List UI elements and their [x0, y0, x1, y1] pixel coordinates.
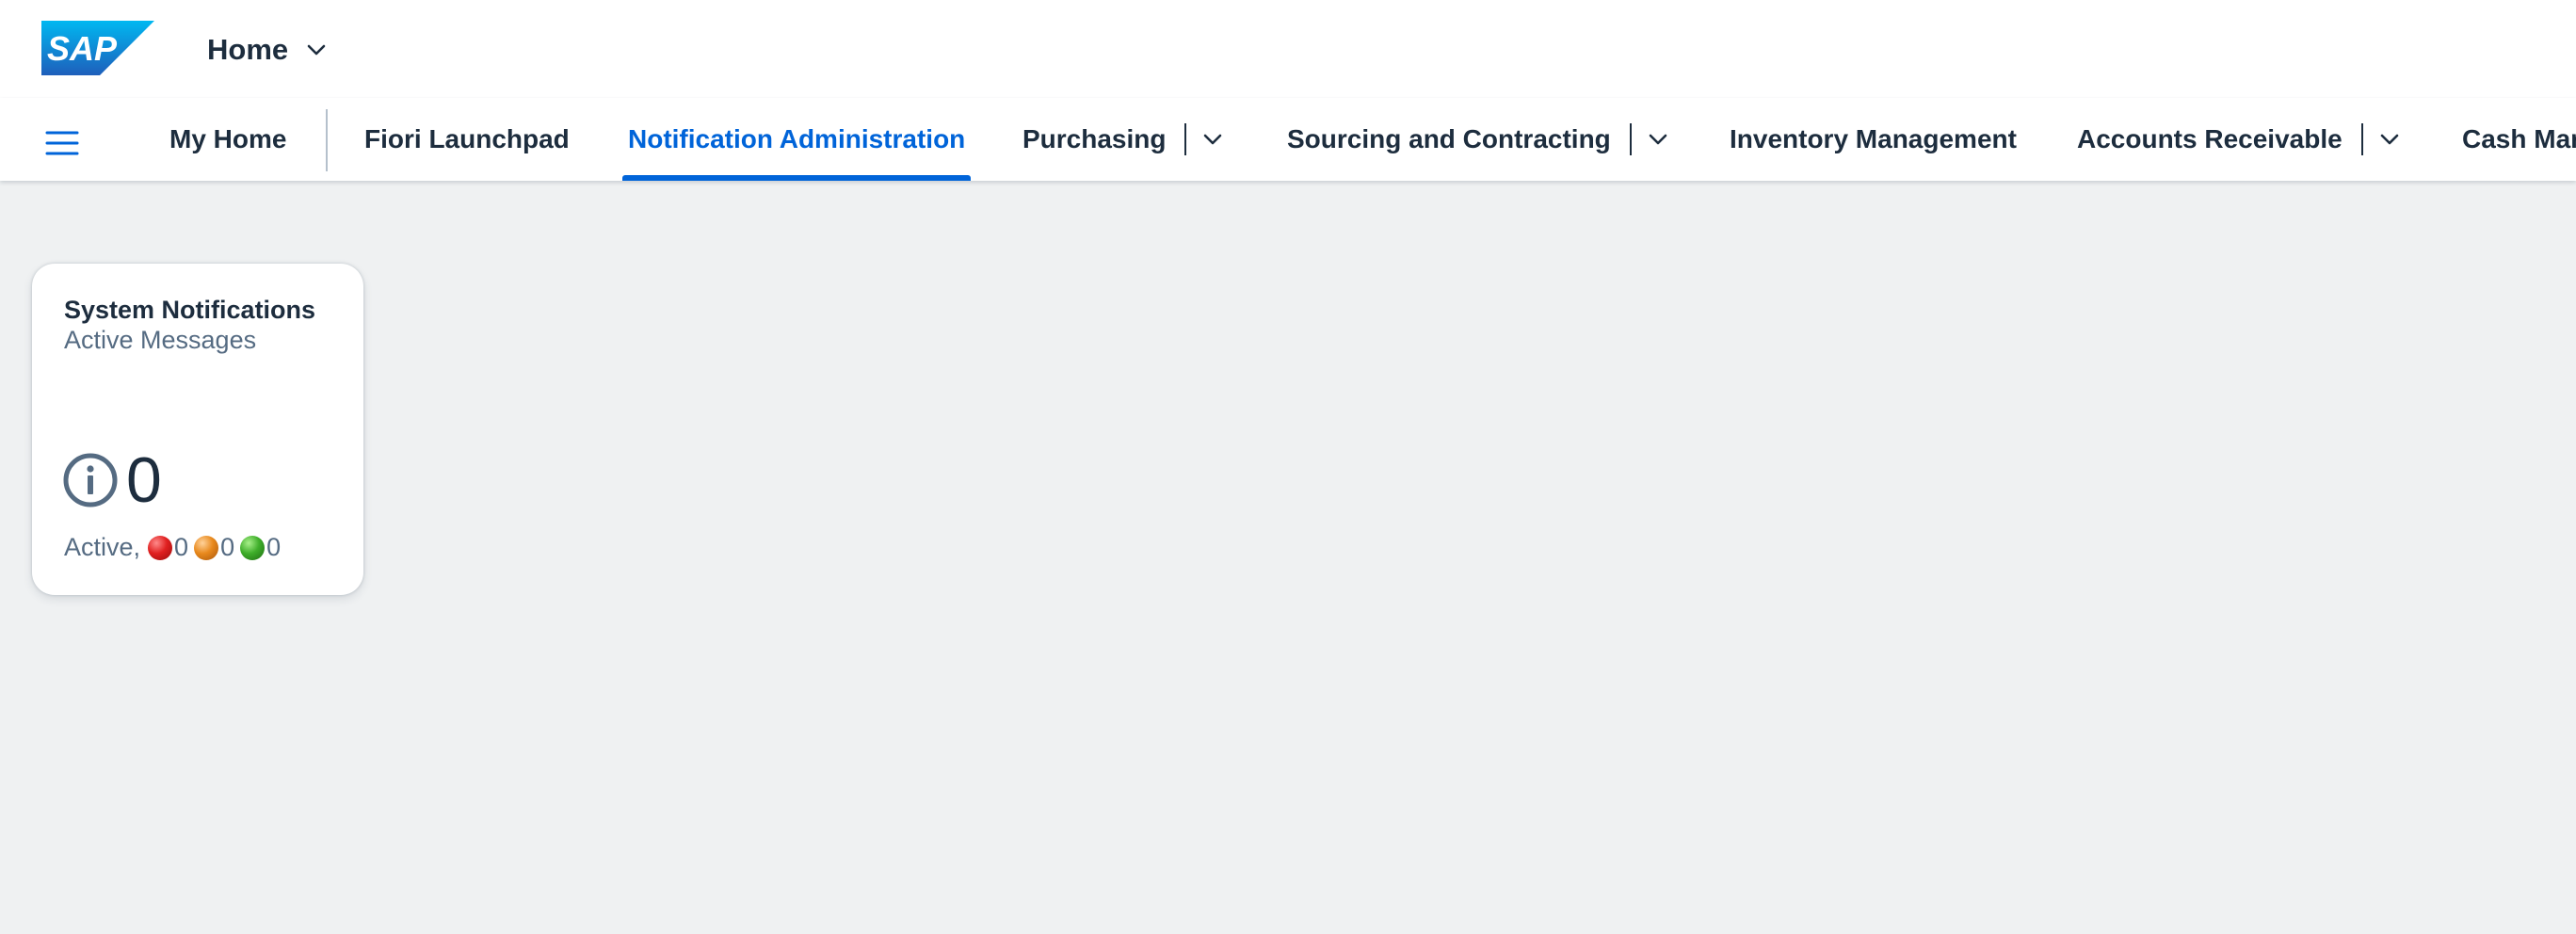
tab-inventory-management[interactable]: Inventory Management: [1730, 98, 2017, 181]
sap-logo[interactable]: SAP: [41, 21, 154, 75]
information-icon: [63, 453, 118, 507]
tab-accounts-receivable[interactable]: Accounts Receivable: [2077, 98, 2401, 181]
tile-kpi: 0: [62, 448, 162, 512]
home-menu-label: Home: [207, 33, 289, 66]
tile-subtitle: Active Messages: [64, 326, 257, 354]
tab-cash-management[interactable]: Cash Mar: [2462, 98, 2576, 181]
tab-label: Accounts Receivable: [2077, 124, 2343, 153]
orange-status-icon: [194, 535, 219, 560]
tab-label: My Home: [169, 124, 287, 153]
red-count: 0: [174, 533, 189, 561]
chevron-down-icon[interactable]: [2378, 128, 2401, 151]
tab-purchasing[interactable]: Purchasing: [1022, 98, 1224, 181]
svg-text:SAP: SAP: [47, 29, 118, 68]
tab-my-home[interactable]: My Home: [169, 98, 286, 181]
tab-label: Sourcing and Contracting: [1287, 124, 1611, 153]
selected-tab-indicator: [622, 175, 972, 181]
home-menu-button[interactable]: Home: [207, 28, 328, 72]
kpi-value: 0: [126, 444, 162, 516]
tab-label: Notification Administration: [628, 124, 966, 153]
tab-label: Inventory Management: [1730, 124, 2017, 153]
spaces-navigation-bar: My Home Fiori Launchpad Notification Adm…: [0, 98, 2576, 181]
tab-menu-separator: [2360, 123, 2363, 155]
tab-label: Fiori Launchpad: [364, 124, 570, 153]
tab-fiori-launchpad[interactable]: Fiori Launchpad: [364, 98, 570, 181]
tab-menu-separator: [1629, 123, 1632, 155]
tab-menu-separator: [1184, 123, 1187, 155]
chevron-down-icon: [307, 44, 326, 56]
red-status-icon: [148, 535, 173, 560]
tile-title: System Notifications: [64, 296, 316, 324]
tile-footer: Active, 0 0 0: [64, 533, 281, 562]
green-status-icon: [240, 535, 266, 560]
footer-prefix: Active,: [64, 533, 141, 561]
chevron-down-icon[interactable]: [1647, 128, 1669, 151]
tab-label: Cash Mar: [2462, 124, 2576, 153]
menu-icon[interactable]: [43, 124, 81, 162]
tab-sourcing-and-contracting[interactable]: Sourcing and Contracting: [1287, 98, 1669, 181]
shell-header: SAP Home: [0, 0, 2576, 98]
my-home-divider: [326, 109, 328, 171]
system-notifications-tile[interactable]: System Notifications Active Messages 0 A…: [32, 264, 363, 595]
tab-label: Purchasing: [1022, 124, 1167, 153]
green-count: 0: [266, 533, 282, 561]
tab-notification-administration[interactable]: Notification Administration: [622, 98, 972, 181]
orange-count: 0: [220, 533, 235, 561]
chevron-down-icon[interactable]: [1201, 128, 1224, 151]
